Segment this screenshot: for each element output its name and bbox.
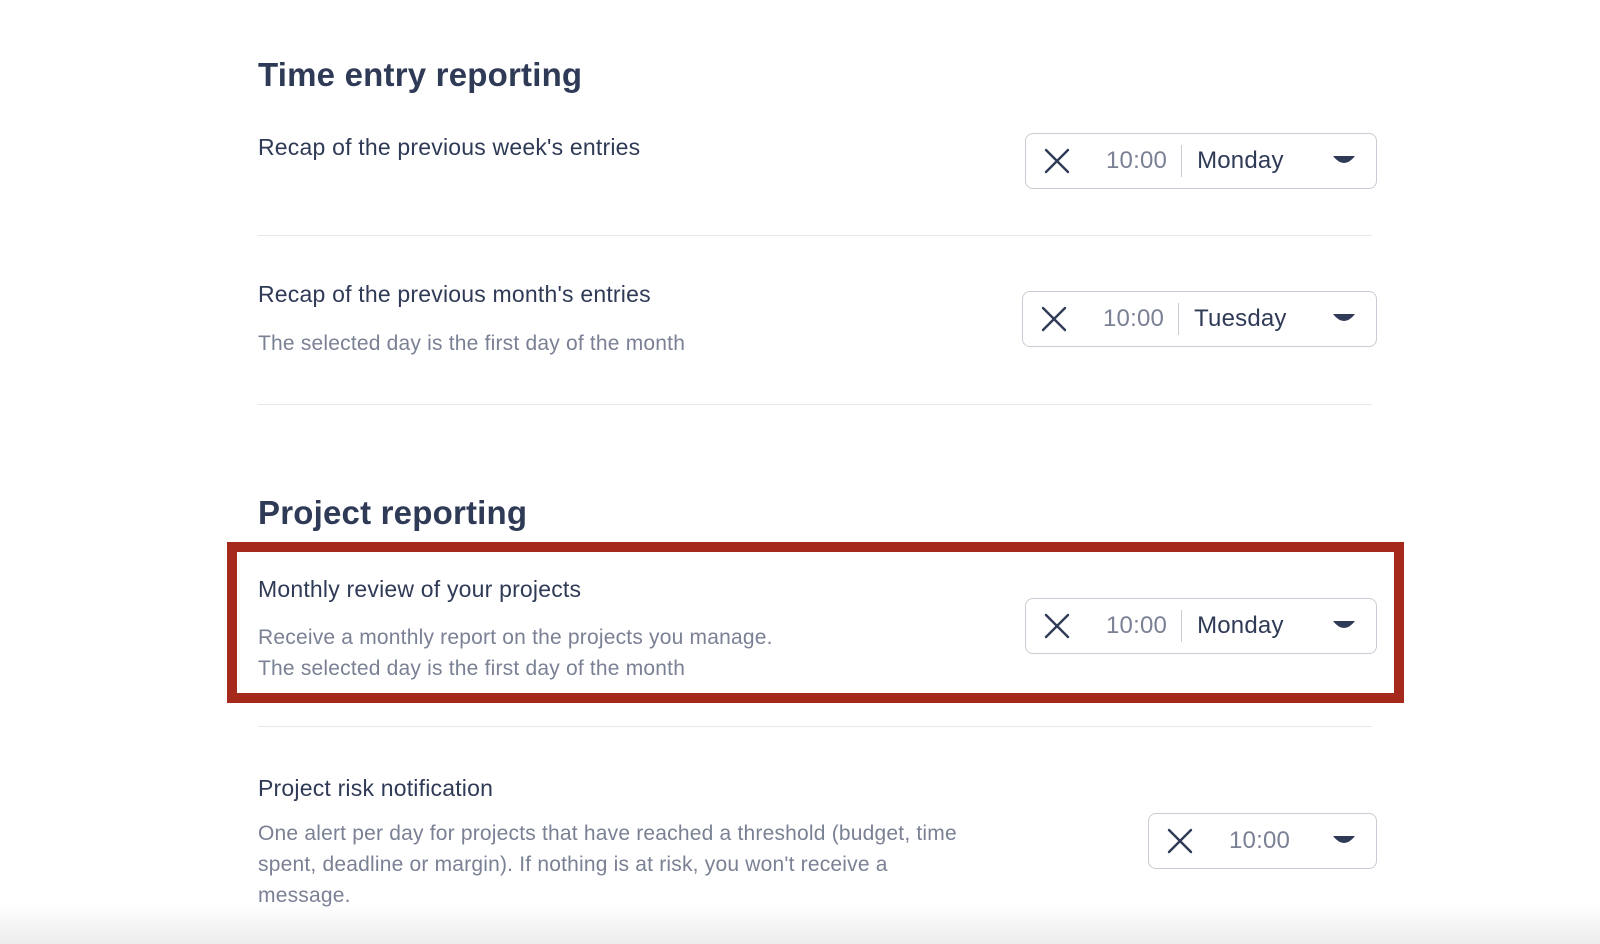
setting-description-project-risk-notification: One alert per day for projects that have…: [258, 818, 957, 911]
description-line: Receive a monthly report on the projects…: [258, 626, 773, 649]
day-value[interactable]: Monday: [1182, 147, 1312, 175]
setting-description-monthly-recap: The selected day is the first day of the…: [258, 328, 685, 359]
time-value[interactable]: 10:00: [1085, 305, 1178, 333]
monthly-project-review-schedule-picker[interactable]: 10:00 Monday: [1025, 598, 1377, 654]
weekly-recap-schedule-picker[interactable]: 10:00 Monday: [1025, 133, 1377, 189]
setting-title-project-risk-notification: Project risk notification: [258, 775, 494, 801]
caret-down-icon[interactable]: [1312, 814, 1376, 868]
section-title-time-entry-reporting: Time entry reporting: [258, 56, 583, 93]
divider: [258, 235, 1372, 236]
time-value[interactable]: 10:00: [1211, 827, 1312, 855]
caret-down-icon[interactable]: [1312, 134, 1376, 188]
setting-title-weekly-recap: Recap of the previous week's entries: [258, 134, 641, 160]
monthly-recap-schedule-picker[interactable]: 10:00 Tuesday: [1022, 291, 1377, 347]
project-risk-notification-time-picker[interactable]: 10:00: [1148, 813, 1377, 869]
bottom-fade: [0, 904, 1600, 944]
close-icon[interactable]: [1023, 292, 1085, 346]
divider: [258, 726, 1372, 727]
caret-down-icon[interactable]: [1312, 292, 1376, 346]
setting-title-monthly-project-review: Monthly review of your projects: [258, 576, 582, 602]
description-line: The selected day is the first day of the…: [258, 657, 686, 680]
description-line: The selected day is the first day of the…: [258, 332, 686, 355]
caret-down-icon[interactable]: [1312, 599, 1376, 653]
day-value[interactable]: Tuesday: [1179, 305, 1312, 333]
notification-settings-page: Time entry reporting Recap of the previo…: [0, 0, 1600, 944]
close-icon[interactable]: [1149, 814, 1211, 868]
setting-description-monthly-project-review: Receive a monthly report on the projects…: [258, 622, 773, 684]
setting-title-monthly-recap: Recap of the previous month's entries: [258, 281, 651, 307]
close-icon[interactable]: [1026, 134, 1088, 188]
time-value[interactable]: 10:00: [1088, 147, 1181, 175]
close-icon[interactable]: [1026, 599, 1088, 653]
description-line: spent, deadline or margin). If nothing i…: [258, 853, 888, 876]
divider: [258, 404, 1372, 405]
section-title-project-reporting: Project reporting: [258, 494, 528, 531]
day-value[interactable]: Monday: [1182, 612, 1312, 640]
description-line: One alert per day for projects that have…: [258, 822, 957, 845]
time-value[interactable]: 10:00: [1088, 612, 1181, 640]
